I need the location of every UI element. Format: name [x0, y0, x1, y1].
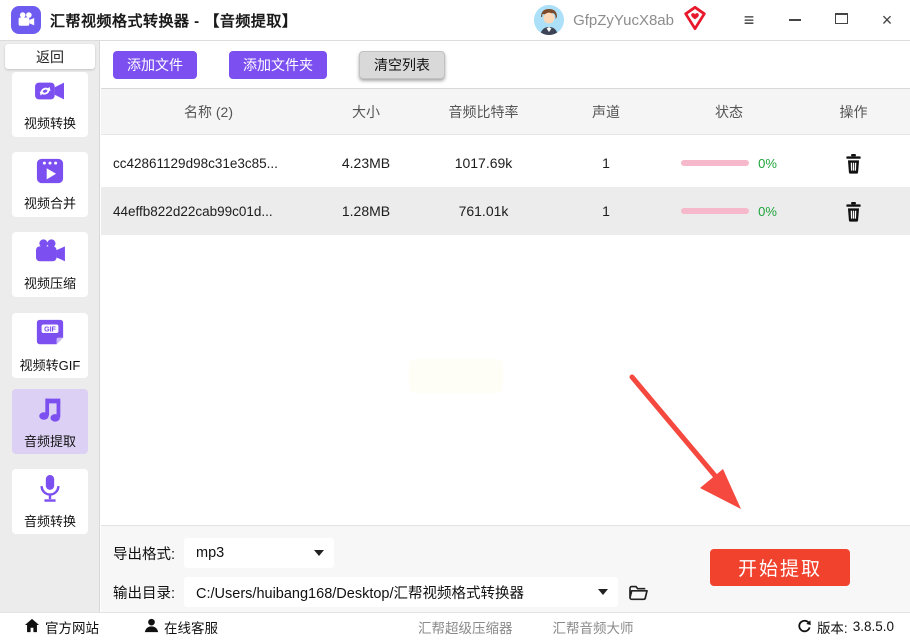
browse-folder-icon[interactable]: [628, 584, 649, 601]
col-header-status: 状态: [715, 103, 743, 120]
audio-extract-icon: [34, 393, 66, 428]
output-dir-select[interactable]: C:/Users/huibang168/Desktop/汇帮视频格式转换器: [184, 577, 619, 607]
video-compress-icon: [33, 237, 67, 270]
file-name: 44effb822d22cab99c01d...: [113, 203, 273, 219]
status-cell: 0%: [661, 156, 797, 171]
back-button[interactable]: 返回: [5, 44, 95, 69]
sidebar-item-video-convert[interactable]: 视频转换: [12, 72, 88, 137]
progress-percent: 0%: [758, 155, 777, 171]
home-icon: [24, 618, 40, 636]
output-dir-value: C:/Users/huibang168/Desktop/汇帮视频格式转换器: [196, 585, 525, 602]
col-header-channels: 声道: [592, 103, 620, 120]
sidebar-item-label: 视频转GIF: [19, 358, 81, 373]
video-merge-icon: [34, 157, 66, 190]
sidebar: 返回 视频转换 视频合并 视频压缩 GIF 视频转GIF 音频提取 音频转换: [0, 41, 100, 612]
file-bitrate: 761.01k: [458, 203, 509, 219]
output-panel: 导出格式: mp3 输出目录: C:/Users/huibang168/Desk…: [101, 525, 910, 612]
window-title: 汇帮视频格式转换器 - 【音频提取】: [50, 12, 298, 30]
close-button[interactable]: ×: [864, 10, 910, 31]
delete-file-button[interactable]: [797, 201, 910, 222]
hamburger-menu-icon[interactable]: ≡: [726, 10, 772, 31]
footer: 官方网站 在线客服 汇帮超级压缩器 汇帮音频大师 版本: 3.8.5.0: [0, 612, 910, 640]
progress-bar: [681, 208, 750, 214]
sidebar-item-video-to-gif[interactable]: GIF 视频转GIF: [12, 313, 88, 378]
delete-file-button[interactable]: [797, 153, 910, 174]
online-service-label: 在线客服: [164, 620, 218, 636]
sidebar-item-label: 视频转换: [23, 116, 76, 131]
export-format-select[interactable]: mp3: [184, 538, 335, 568]
minimize-button[interactable]: [772, 11, 818, 29]
toolbar: 添加文件 添加文件夹 清空列表: [101, 41, 910, 89]
sidebar-item-audio-extract[interactable]: 音频提取: [12, 389, 88, 454]
table-row: cc42861129d98c31e3c85... 4.23MB 1017.69k…: [101, 139, 910, 187]
svg-text:GIF: GIF: [44, 326, 56, 333]
titlebar: 汇帮视频格式转换器 - 【音频提取】 GfpZyYucX8ab ≡ ×: [0, 0, 910, 41]
output-dir-label: 输出目录:: [113, 585, 176, 602]
sidebar-item-audio-convert[interactable]: 音频转换: [12, 469, 88, 534]
progress-bar: [681, 160, 750, 166]
version-label: 版本:: [816, 620, 848, 636]
col-header-name: 名称 (2): [184, 103, 233, 120]
sidebar-item-video-compress[interactable]: 视频压缩: [12, 232, 88, 297]
sidebar-item-label: 视频压缩: [23, 276, 76, 291]
file-name: cc42861129d98c31e3c85...: [113, 155, 278, 171]
audio-master-link[interactable]: 汇帮音频大师: [553, 617, 634, 637]
table-row: 44effb822d22cab99c01d... 1.28MB 761.01k …: [101, 187, 910, 235]
username-text: GfpZyYucX8ab: [573, 11, 674, 29]
add-folder-button[interactable]: 添加文件夹: [229, 50, 327, 79]
export-format-label: 导出格式:: [113, 546, 176, 563]
video-to-gif-icon: GIF: [35, 317, 65, 352]
maximize-button[interactable]: [818, 11, 864, 29]
audio-master-link-label: 汇帮音频大师: [552, 620, 634, 636]
official-site-label: 官方网站: [45, 620, 99, 636]
app-logo-icon: [11, 6, 41, 34]
compressor-link-label: 汇帮超级压缩器: [418, 620, 513, 636]
official-site-link[interactable]: 官方网站: [24, 617, 99, 637]
compressor-link[interactable]: 汇帮超级压缩器: [418, 617, 513, 637]
file-size: 4.23MB: [341, 155, 391, 171]
col-header-bitrate: 音频比特率: [448, 103, 519, 120]
status-cell: 0%: [661, 204, 797, 219]
file-channels: 1: [602, 155, 610, 171]
sidebar-item-label: 视频合并: [23, 196, 76, 211]
chevron-down-icon: [314, 550, 325, 556]
customer-service-icon: [144, 618, 159, 636]
video-convert-icon: [33, 77, 67, 110]
vip-badge-icon[interactable]: [682, 5, 708, 36]
export-format-value: mp3: [196, 545, 225, 561]
refresh-icon[interactable]: [797, 618, 812, 636]
chevron-down-icon: [598, 589, 609, 595]
file-bitrate: 1017.69k: [454, 155, 513, 171]
sidebar-item-label: 音频转换: [23, 514, 76, 529]
back-button-label: 返回: [36, 48, 64, 65]
clear-list-button[interactable]: 清空列表: [359, 50, 445, 79]
table-header: 名称 (2) 大小 音频比特率 声道 状态 操作: [101, 89, 910, 135]
start-extract-button[interactable]: 开始提取: [710, 549, 850, 586]
add-file-button[interactable]: 添加文件: [113, 50, 197, 79]
audio-convert-icon: [37, 473, 63, 508]
progress-percent: 0%: [758, 203, 777, 219]
user-avatar[interactable]: [534, 5, 565, 35]
version-value: 3.8.5.0: [852, 619, 894, 634]
file-channels: 1: [602, 203, 610, 219]
file-size: 1.28MB: [341, 203, 391, 219]
col-header-size: 大小: [352, 103, 380, 120]
fading-toast: [409, 359, 503, 393]
online-service-link[interactable]: 在线客服: [144, 617, 218, 637]
col-header-action: 操作: [839, 103, 868, 120]
sidebar-item-label: 音频提取: [23, 434, 76, 449]
version-info: 版本: 3.8.5.0: [797, 617, 894, 637]
sidebar-item-video-merge[interactable]: 视频合并: [12, 152, 88, 217]
